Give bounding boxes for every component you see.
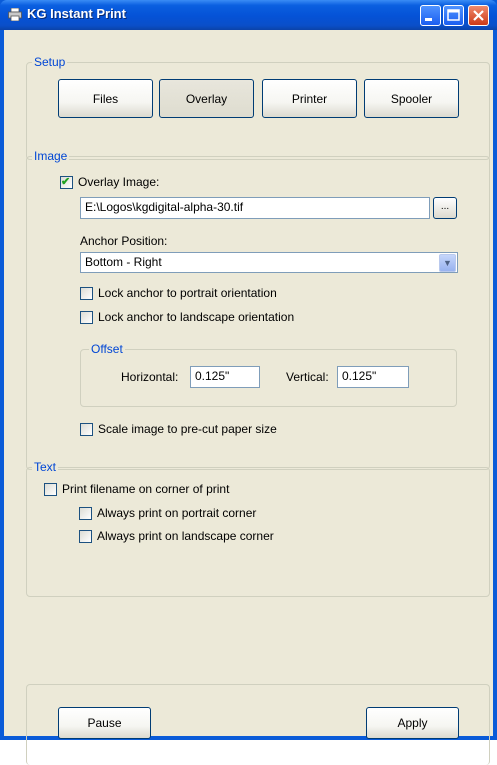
lock-landscape-label: Lock anchor to landscape orientation [98,310,295,324]
vertical-offset-input[interactable]: 0.125" [337,366,409,388]
overlay-button[interactable]: Overlay [159,79,254,118]
landscape-corner-label: Always print on landscape corner [97,529,274,543]
overlay-image-checkbox[interactable]: ✔ Overlay Image: [60,174,159,190]
overlay-image-check-box[interactable]: ✔ [60,175,73,189]
offset-group-label: Offset [89,342,125,356]
title-bar[interactable]: KG Instant Print [0,0,497,30]
files-button[interactable]: Files [58,79,153,118]
portrait-corner-label: Always print on portrait corner [97,506,257,520]
horizontal-label: Horizontal: [121,370,179,384]
vertical-label: Vertical: [286,370,329,384]
scale-image-check-box[interactable] [80,422,93,436]
image-group-label: Image [32,149,70,163]
text-group: Text Print filename on corner of print A… [26,460,490,597]
anchor-position-value: Bottom - Right [85,255,162,269]
print-filename-checkbox[interactable]: Print filename on corner of print [44,481,229,497]
print-filename-check-box[interactable] [44,482,57,496]
window-title: KG Instant Print [27,6,126,21]
minimize-icon [425,18,432,21]
checkmark-icon: ✔ [61,175,71,188]
printer-button[interactable]: Printer [262,79,357,118]
lock-landscape-checkbox[interactable]: Lock anchor to landscape orientation [80,309,294,325]
close-button[interactable] [468,5,489,26]
horizontal-offset-input[interactable]: 0.125" [190,366,260,388]
pause-button[interactable]: Pause [58,707,151,739]
anchor-position-select[interactable]: Bottom - Right ▼ [80,252,458,273]
close-icon [473,10,484,21]
minimize-button[interactable] [420,5,441,26]
landscape-corner-check-box[interactable] [79,529,92,543]
apply-button[interactable]: Apply [366,707,459,739]
browse-button[interactable]: ... [433,197,457,219]
overlay-image-label: Overlay Image: [78,175,160,189]
lock-portrait-check-box[interactable] [80,286,93,300]
overlay-path-input[interactable]: E:\Logos\kgdigital-alpha-30.tif [80,197,430,219]
landscape-corner-checkbox[interactable]: Always print on landscape corner [79,528,274,544]
maximize-icon [447,9,460,21]
spooler-button[interactable]: Spooler [364,79,459,118]
lock-landscape-check-box[interactable] [80,310,93,324]
lock-portrait-checkbox[interactable]: Lock anchor to portrait orientation [80,285,277,301]
setup-group-label: Setup [32,55,68,69]
printer-app-icon [8,8,22,21]
anchor-position-label: Anchor Position: [80,234,168,248]
setup-group: Setup Files Overlay Printer Spooler [26,55,490,160]
lock-portrait-label: Lock anchor to portrait orientation [98,286,277,300]
scale-image-label: Scale image to pre-cut paper size [98,422,277,436]
scale-image-checkbox[interactable]: Scale image to pre-cut paper size [80,421,277,437]
offset-group: Offset Horizontal: 0.125" Vertical: 0.12… [80,342,457,407]
portrait-corner-check-box[interactable] [79,506,92,520]
footer-group: Pause Apply [26,684,490,765]
text-group-label: Text [32,460,59,474]
portrait-corner-checkbox[interactable]: Always print on portrait corner [79,505,256,521]
image-group: Image ✔ Overlay Image: E:\Logos\kgdigita… [26,149,490,470]
chevron-down-icon[interactable]: ▼ [439,254,456,272]
maximize-button[interactable] [443,5,464,26]
app-window: KG Instant Print Setup Files Overlay Pri… [0,0,497,765]
print-filename-label: Print filename on corner of print [62,482,230,496]
client-area: Setup Files Overlay Printer Spooler Imag… [4,30,493,765]
